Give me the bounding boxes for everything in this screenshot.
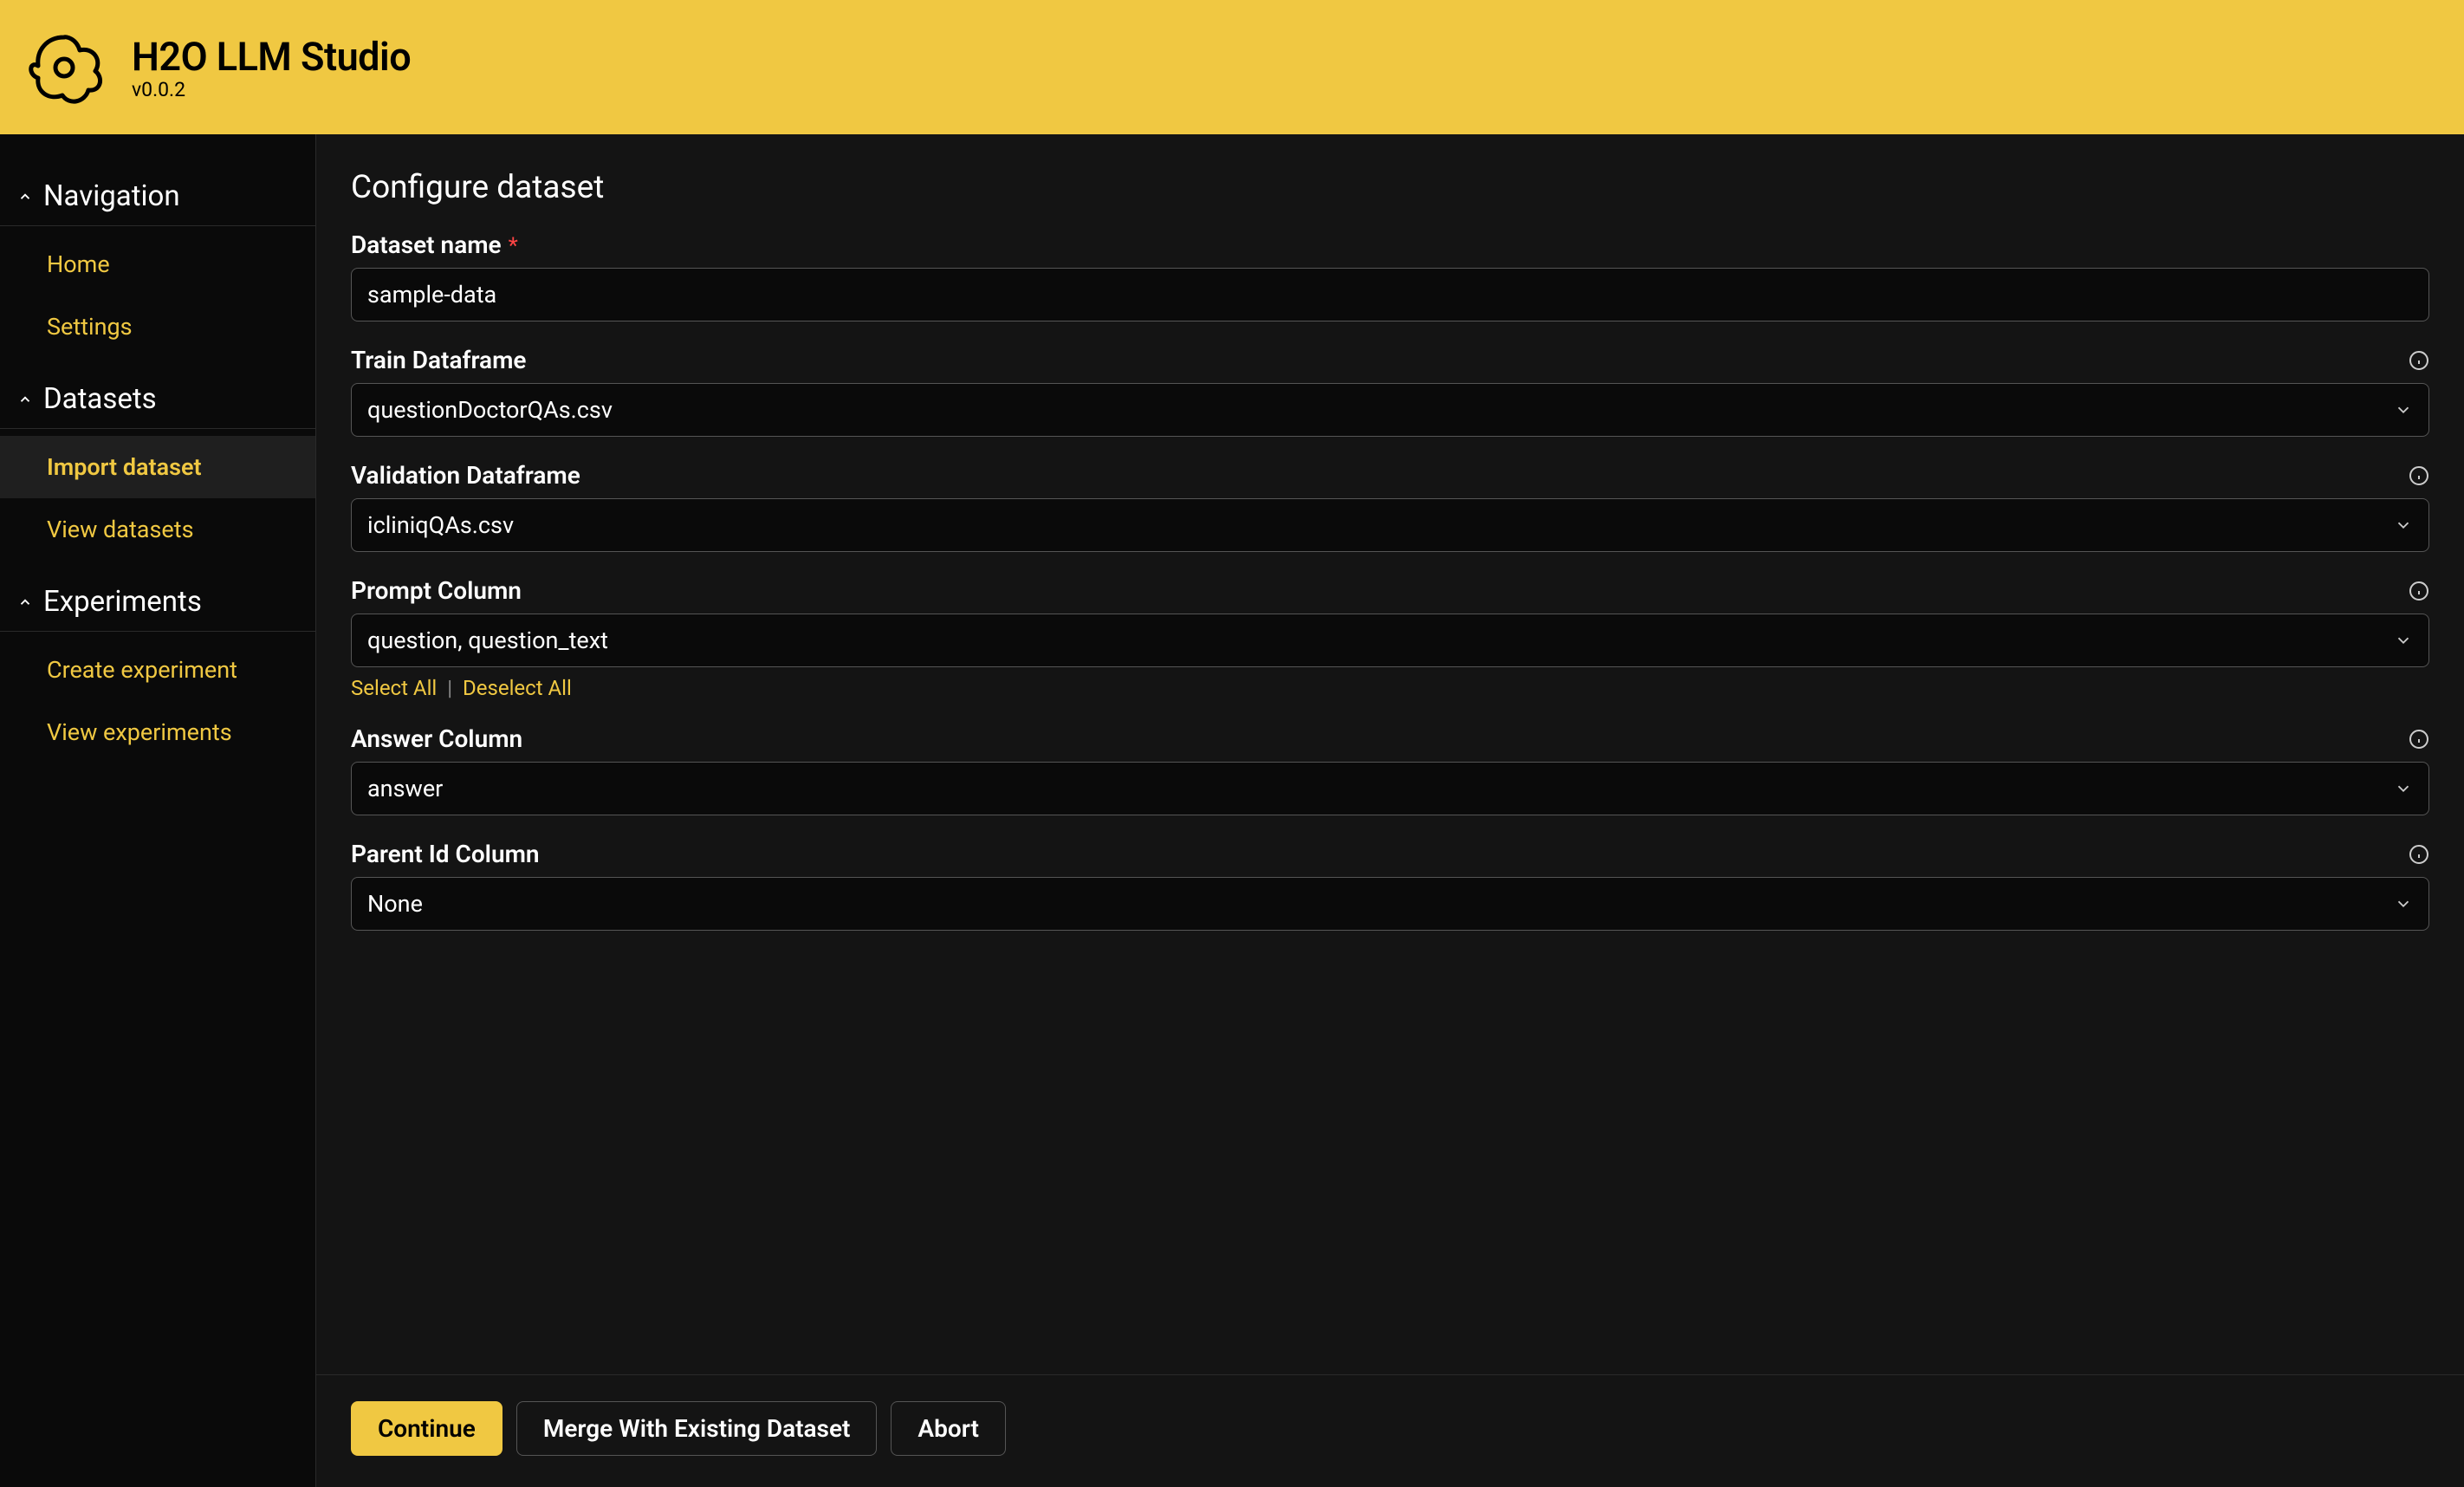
field-label: Answer Column — [351, 724, 522, 753]
content-area: Configure dataset Dataset name * Train D… — [316, 134, 2464, 1487]
app-header: H2O LLM Studio v0.0.2 — [0, 0, 2464, 134]
main-container: Navigation Home Settings Datasets — [0, 134, 2464, 1487]
select-value: answer — [367, 775, 443, 802]
sidebar: Navigation Home Settings Datasets — [0, 134, 316, 1487]
sidebar-item-label: Home — [47, 250, 110, 278]
parent-id-column-select[interactable]: None — [351, 877, 2429, 931]
logo-container: H2O LLM Studio v0.0.2 — [21, 24, 411, 111]
sidebar-item-import-dataset[interactable]: Import dataset — [0, 436, 315, 498]
info-icon[interactable] — [2409, 350, 2429, 371]
info-icon[interactable] — [2409, 581, 2429, 601]
chevron-up-icon — [17, 392, 33, 407]
label-row: Prompt Column — [351, 576, 2429, 605]
action-separator: | — [447, 676, 452, 700]
field-label: Parent Id Column — [351, 840, 540, 868]
field-label: Validation Dataframe — [351, 461, 580, 490]
sidebar-item-label: View experiments — [47, 718, 232, 746]
select-value: icliniqQAs.csv — [367, 511, 514, 539]
chevron-down-icon — [2394, 894, 2413, 913]
select-actions: Select All | Deselect All — [351, 676, 2429, 700]
select-value: question, question_text — [367, 627, 608, 654]
info-icon[interactable] — [2409, 844, 2429, 865]
section-title: Experiments — [43, 585, 202, 619]
sidebar-items: Home Settings — [0, 226, 315, 358]
chevron-up-icon — [17, 594, 33, 610]
field-label: Prompt Column — [351, 576, 522, 605]
validation-dataframe-select[interactable]: icliniqQAs.csv — [351, 498, 2429, 552]
label-row: Validation Dataframe — [351, 461, 2429, 490]
h2o-logo-icon — [21, 24, 107, 111]
sidebar-item-home[interactable]: Home — [0, 233, 315, 295]
deselect-all-link[interactable]: Deselect All — [463, 676, 572, 700]
form-group-answer-column: Answer Column answer — [351, 724, 2429, 815]
continue-button[interactable]: Continue — [351, 1401, 503, 1456]
sidebar-item-label: Create experiment — [47, 656, 237, 684]
sidebar-item-view-experiments[interactable]: View experiments — [0, 701, 315, 763]
select-all-link[interactable]: Select All — [351, 676, 437, 700]
sidebar-section-navigation: Navigation Home Settings — [0, 167, 315, 358]
info-icon[interactable] — [2409, 465, 2429, 486]
content-scroll: Configure dataset Dataset name * Train D… — [316, 134, 2464, 1374]
label-row: Answer Column — [351, 724, 2429, 753]
prompt-column-select[interactable]: question, question_text — [351, 614, 2429, 667]
section-title: Navigation — [43, 179, 180, 213]
info-icon[interactable] — [2409, 729, 2429, 750]
sidebar-item-view-datasets[interactable]: View datasets — [0, 498, 315, 561]
section-header-datasets[interactable]: Datasets — [0, 370, 315, 429]
sidebar-items: Import dataset View datasets — [0, 429, 315, 561]
sidebar-item-create-experiment[interactable]: Create experiment — [0, 639, 315, 701]
app-version: v0.0.2 — [132, 78, 411, 101]
select-value: None — [367, 890, 423, 918]
section-title: Datasets — [43, 382, 157, 416]
label-row: Train Dataframe — [351, 346, 2429, 374]
chevron-down-icon — [2394, 631, 2413, 650]
train-dataframe-select[interactable]: questionDoctorQAs.csv — [351, 383, 2429, 437]
required-asterisk: * — [509, 233, 518, 259]
label-row: Dataset name * — [351, 231, 2429, 259]
dataset-name-input[interactable] — [351, 268, 2429, 321]
chevron-up-icon — [17, 189, 33, 205]
label-row: Parent Id Column — [351, 840, 2429, 868]
sidebar-item-settings[interactable]: Settings — [0, 295, 315, 358]
title-block: H2O LLM Studio v0.0.2 — [132, 34, 411, 101]
sidebar-section-experiments: Experiments Create experiment View exper… — [0, 573, 315, 763]
field-label: Train Dataframe — [351, 346, 526, 374]
form-group-train-dataframe: Train Dataframe questionDoctorQAs.csv — [351, 346, 2429, 437]
sidebar-item-label: View datasets — [47, 516, 194, 543]
form-group-validation-dataframe: Validation Dataframe icliniqQAs.csv — [351, 461, 2429, 552]
form-group-dataset-name: Dataset name * — [351, 231, 2429, 321]
chevron-down-icon — [2394, 400, 2413, 419]
select-value: questionDoctorQAs.csv — [367, 396, 613, 424]
merge-button[interactable]: Merge With Existing Dataset — [516, 1401, 878, 1456]
form-group-prompt-column: Prompt Column question, question_text Se… — [351, 576, 2429, 700]
footer-bar: Continue Merge With Existing Dataset Abo… — [316, 1374, 2464, 1487]
label-wrapper: Dataset name * — [351, 231, 518, 259]
sidebar-section-datasets: Datasets Import dataset View datasets — [0, 370, 315, 561]
chevron-down-icon — [2394, 779, 2413, 798]
field-label: Dataset name — [351, 231, 502, 259]
sidebar-items: Create experiment View experiments — [0, 632, 315, 763]
app-title: H2O LLM Studio — [132, 34, 411, 80]
sidebar-item-label: Settings — [47, 313, 133, 341]
abort-button[interactable]: Abort — [891, 1401, 1005, 1456]
sidebar-item-label: Import dataset — [47, 453, 202, 481]
section-header-navigation[interactable]: Navigation — [0, 167, 315, 226]
chevron-down-icon — [2394, 516, 2413, 535]
form-group-parent-id-column: Parent Id Column None — [351, 840, 2429, 931]
section-header-experiments[interactable]: Experiments — [0, 573, 315, 632]
answer-column-select[interactable]: answer — [351, 762, 2429, 815]
page-title: Configure dataset — [351, 169, 2429, 206]
